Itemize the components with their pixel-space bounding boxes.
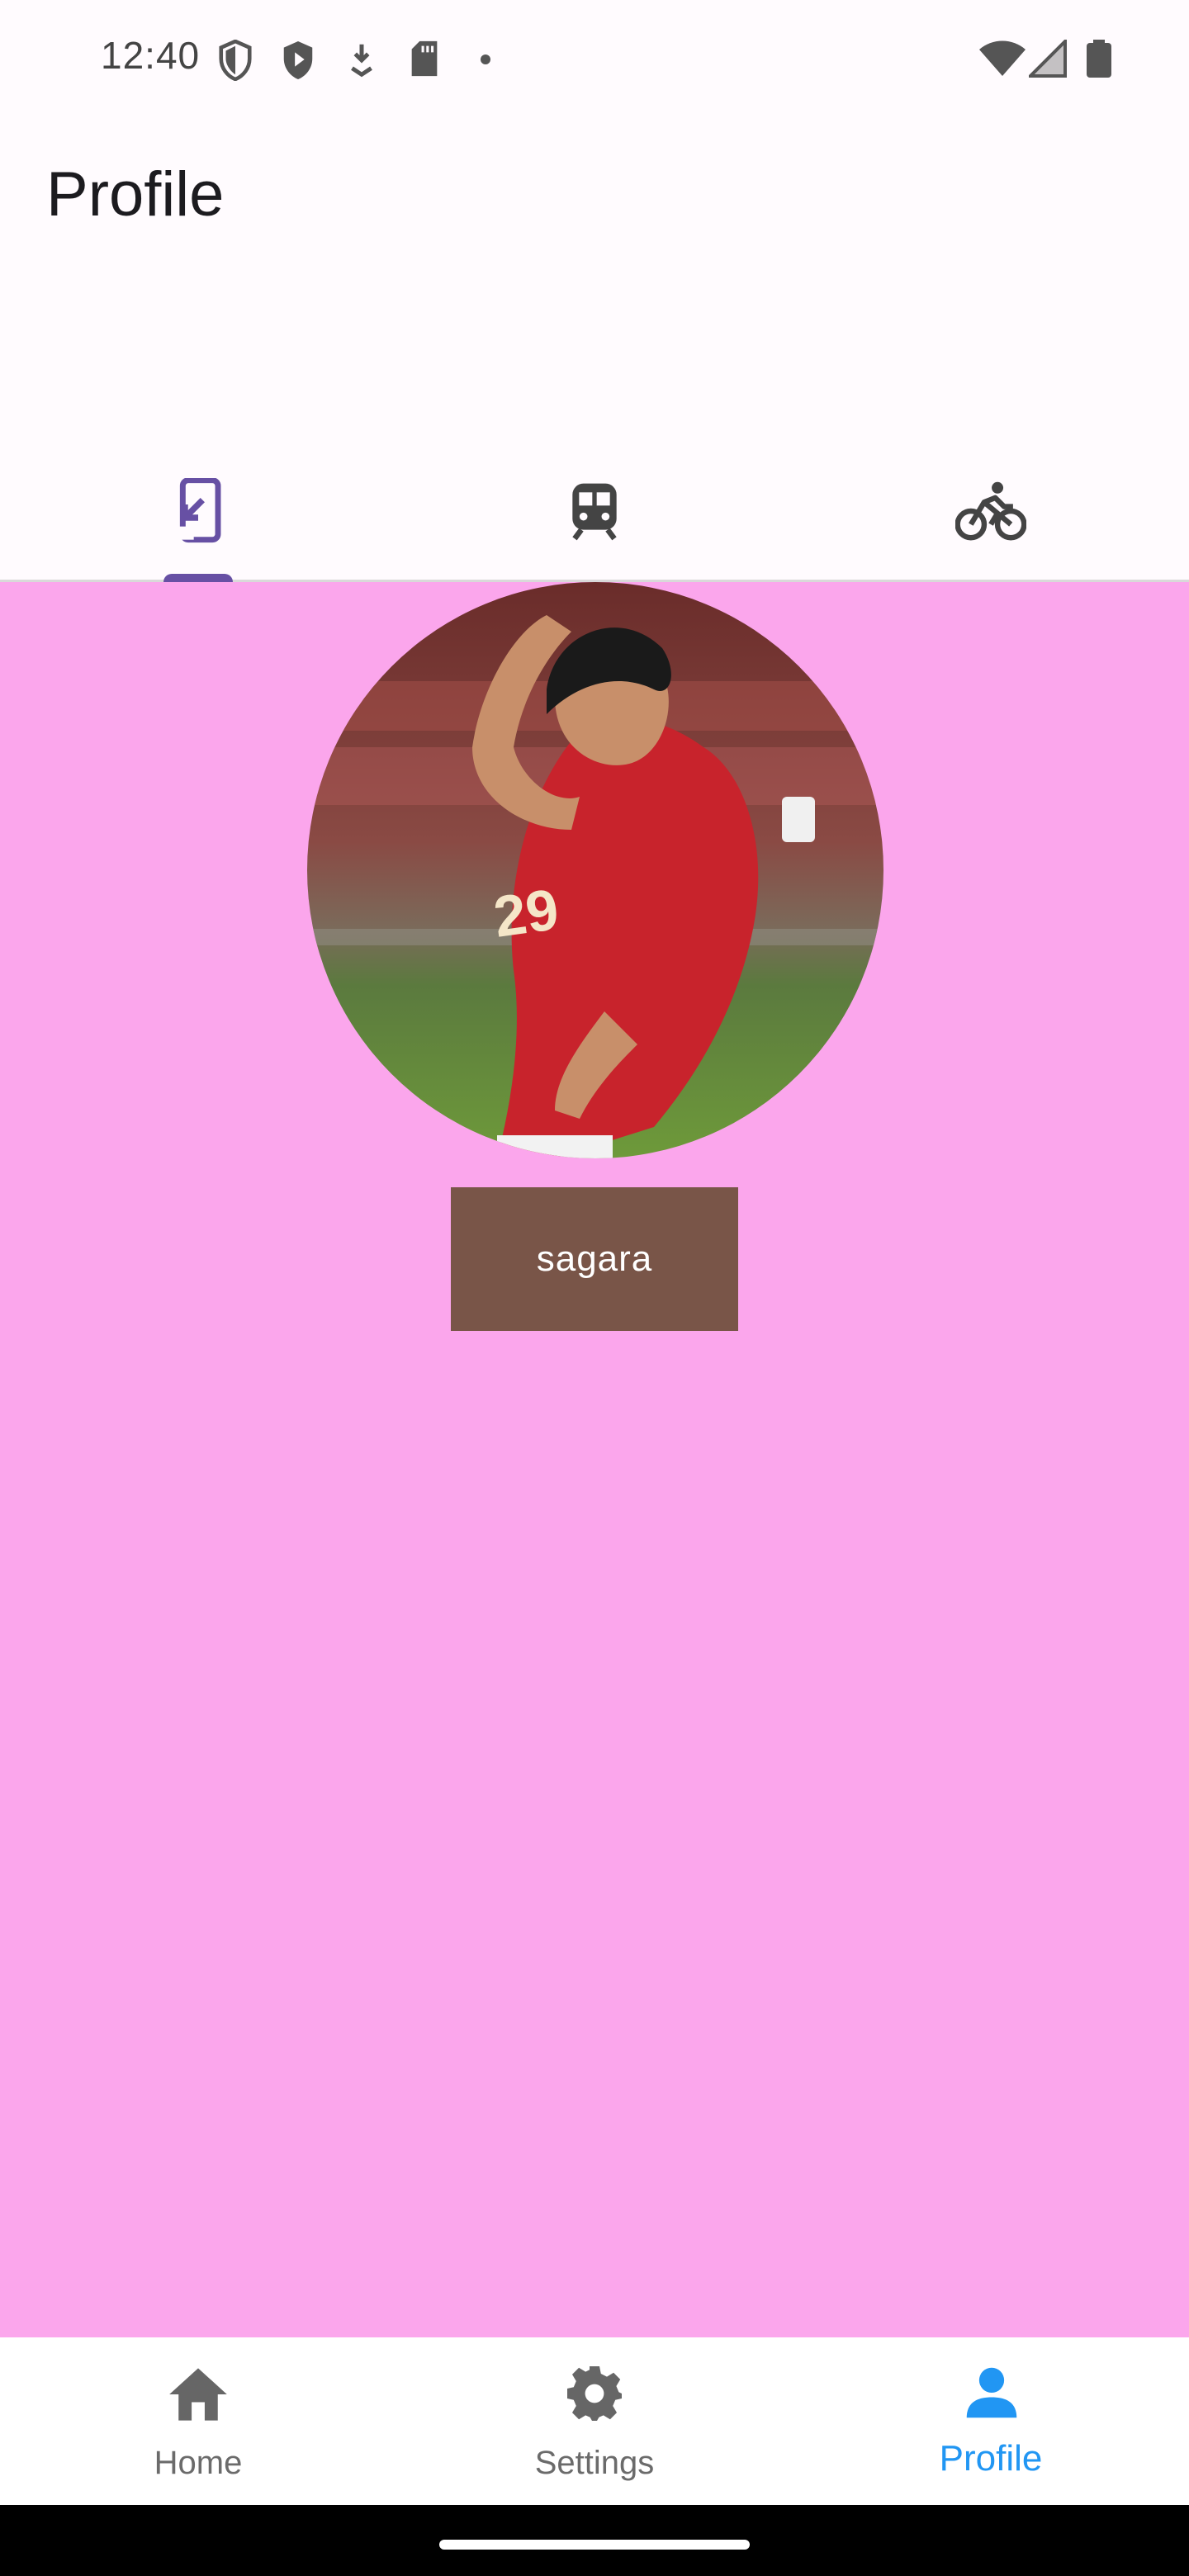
home-icon	[167, 2365, 230, 2427]
status-bar: 12:40	[0, 0, 1189, 116]
nav-home[interactable]: Home	[0, 2337, 396, 2505]
shield-icon	[216, 39, 254, 85]
nav-settings-label: Settings	[534, 2445, 655, 2481]
name-button[interactable]: sagara	[451, 1187, 738, 1331]
bike-icon	[955, 480, 1027, 547]
app-bar: Profile	[0, 116, 1189, 446]
nav-profile-label: Profile	[939, 2438, 1043, 2479]
download-icon	[345, 40, 378, 85]
avatar: 29	[307, 582, 883, 1158]
wifi-icon	[979, 40, 1026, 82]
dot-icon	[479, 53, 492, 70]
cell-signal-icon	[1026, 37, 1067, 82]
svg-text:29: 29	[490, 877, 562, 949]
nav-profile[interactable]: Profile	[793, 2337, 1189, 2505]
tab-bar	[0, 446, 1189, 582]
home-gesture-handle[interactable]	[439, 2540, 750, 2550]
play-protect-icon	[279, 40, 317, 85]
settings-icon	[565, 2364, 624, 2427]
bottom-navigation: Home Settings Profile	[0, 2337, 1189, 2505]
tab-train[interactable]	[396, 446, 793, 580]
profile-content: 29 sagara	[0, 582, 1189, 2337]
page-title: Profile	[46, 159, 225, 230]
status-time: 12:40	[101, 34, 201, 77]
person-icon	[964, 2365, 1019, 2424]
nav-home-label: Home	[154, 2445, 243, 2481]
battery-icon	[1087, 40, 1111, 82]
phone-forward-icon	[172, 476, 225, 548]
sd-card-icon	[408, 40, 441, 82]
tab-indicator	[163, 574, 233, 582]
tab-bike[interactable]	[793, 446, 1189, 580]
system-gesture-bar	[0, 2505, 1189, 2576]
tab-phone-forward[interactable]	[0, 446, 396, 582]
train-icon	[568, 481, 621, 545]
nav-settings[interactable]: Settings	[396, 2337, 793, 2505]
